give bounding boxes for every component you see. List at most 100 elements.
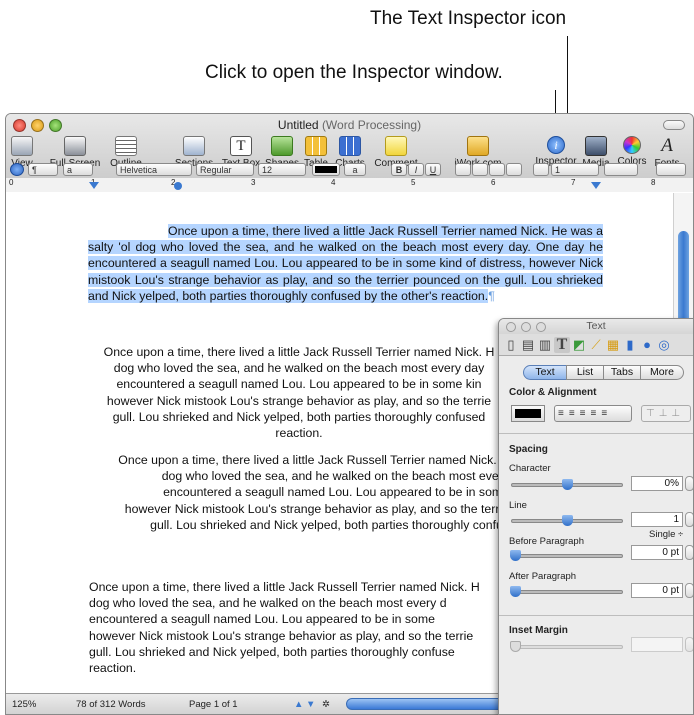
sections-icon <box>183 136 205 156</box>
inspector-tab-list[interactable]: List <box>566 365 604 380</box>
view-icon <box>11 136 33 156</box>
inspector-tab-tabs[interactable]: Tabs <box>603 365 641 380</box>
tab-stop-marker[interactable] <box>174 182 182 190</box>
para3-line: Once upon a time, there lived a little J… <box>118 453 509 467</box>
list-style-popup[interactable] <box>656 163 686 176</box>
after-paragraph-stepper[interactable] <box>685 583 693 598</box>
left-indent-marker[interactable] <box>89 182 99 189</box>
callout-open-inspector: Click to open the Inspector window. <box>205 62 503 83</box>
before-paragraph-knob[interactable] <box>510 550 521 561</box>
line-spacing-stepper[interactable] <box>685 512 693 527</box>
line-spacing-knob[interactable] <box>562 515 573 526</box>
character-spacing-slider[interactable] <box>511 479 623 490</box>
gear-icon[interactable]: ✲ <box>322 699 330 710</box>
font-family-popup[interactable]: Helvetica <box>116 163 192 176</box>
ruler-number-4: 4 <box>331 178 336 187</box>
inspector-vertical-align-buttons[interactable]: ⊤⊥⊥ <box>641 405 691 422</box>
align-justify-button[interactable] <box>506 163 522 176</box>
text-color-well[interactable] <box>312 163 340 176</box>
highlight-color-well[interactable]: a <box>344 163 366 176</box>
chart-inspector-icon[interactable]: ▮ <box>622 337 638 353</box>
inspector-text-color-well[interactable] <box>511 405 545 422</box>
inspector-text-color-swatch <box>515 409 541 418</box>
para2-line: encountered a seagull named Lou. Lou app… <box>116 377 482 392</box>
styles-drawer-button[interactable] <box>10 163 24 176</box>
inspector-zoom-button[interactable] <box>536 322 546 332</box>
line-spacing-button[interactable] <box>533 163 549 176</box>
font-style-popup[interactable]: Regular <box>196 163 254 176</box>
align-right-button[interactable] <box>489 163 505 176</box>
inspector-minimize-button[interactable] <box>521 322 531 332</box>
text-color-swatch <box>315 166 337 173</box>
paragraph-4[interactable]: Once upon a time, there lived a little J… <box>89 579 509 676</box>
bold-button[interactable]: B <box>391 163 407 176</box>
colors-icon <box>623 136 641 154</box>
after-paragraph-field[interactable]: 0 pt <box>631 583 683 598</box>
color-alignment-heading: Color & Alignment <box>509 387 597 398</box>
align-center-button[interactable] <box>472 163 488 176</box>
inset-margin-stepper <box>685 637 693 652</box>
pilcrow: ¶ <box>488 288 495 303</box>
inspector-alignment-buttons[interactable]: ≡≡≡≡≡ <box>554 405 632 422</box>
wrap-inspector-icon[interactable]: ▥ <box>537 337 553 353</box>
layout-inspector-icon[interactable]: ▤ <box>520 337 536 353</box>
inspector-title: Text <box>586 320 606 332</box>
ruler[interactable]: 0 1 2 3 4 5 6 7 8 <box>6 178 693 192</box>
character-style-popup[interactable]: a <box>63 163 93 176</box>
spacing-heading: Spacing <box>509 444 548 455</box>
text-inspector-panel: Text ▯ ▤ ▥ T ◩ ⟋ ▦ ▮ ● ◎ Text List Tabs … <box>498 318 694 715</box>
character-spacing-field[interactable]: 0% <box>631 476 683 491</box>
line-spacing-mode-popup[interactable]: Single ÷ <box>649 529 683 540</box>
ruler-number-7: 7 <box>571 178 576 187</box>
inspector-divider <box>499 615 693 616</box>
inspector-tab-text[interactable]: Text <box>523 365 567 380</box>
inspector-close-button[interactable] <box>506 322 516 332</box>
paragraph-2[interactable]: Once upon a time, there lived a little J… <box>89 344 509 441</box>
after-paragraph-knob[interactable] <box>510 586 521 597</box>
paragraph-1[interactable]: Once upon a time, there lived a little J… <box>88 223 603 304</box>
font-size-field[interactable]: 12 <box>258 163 306 176</box>
line-label: Line <box>509 500 527 511</box>
para2-line: dog who loved the sea, and he walked on … <box>113 361 485 376</box>
italic-button[interactable]: I <box>408 163 424 176</box>
align-left-button[interactable] <box>455 163 471 176</box>
paragraph-style-popup[interactable]: ¶ <box>28 163 58 176</box>
character-spacing-stepper[interactable] <box>685 476 693 491</box>
para2-line: reaction. <box>275 426 323 441</box>
quicktime-inspector-icon[interactable]: ◎ <box>656 337 672 353</box>
fonts-icon: A <box>661 135 673 156</box>
toolbar-toggle-button[interactable] <box>663 120 685 130</box>
line-spacing-slider[interactable] <box>511 515 623 526</box>
document-inspector-icon[interactable]: ▯ <box>503 337 519 353</box>
before-paragraph-slider[interactable] <box>510 550 623 561</box>
columns-popup[interactable] <box>604 163 638 176</box>
underline-button[interactable]: U <box>425 163 441 176</box>
selected-text[interactable]: Once upon a time, there lived a little J… <box>88 224 603 303</box>
table-inspector-icon[interactable]: ▦ <box>605 337 621 353</box>
line-spacing-field[interactable]: 1 <box>631 512 683 527</box>
right-indent-marker[interactable] <box>591 182 601 189</box>
character-label: Character <box>509 463 551 474</box>
ruler-number-3: 3 <box>251 178 256 187</box>
zoom-popup[interactable]: 125% <box>12 699 36 710</box>
text-inspector-icon[interactable]: T <box>554 337 570 353</box>
graphic-inspector-icon[interactable]: ◩ <box>571 337 587 353</box>
before-paragraph-stepper[interactable] <box>685 545 693 560</box>
para4-line: encountered a seagull named Lou. Lou app… <box>89 612 435 627</box>
link-inspector-icon[interactable]: ● <box>639 337 655 353</box>
para4-line: Once upon a time, there lived a little J… <box>89 580 480 594</box>
line-spacing-popup[interactable]: 1 <box>551 163 599 176</box>
before-paragraph-label: Before Paragraph <box>509 536 584 547</box>
page-nav-arrows[interactable]: ▲ ▼ <box>294 699 315 710</box>
after-paragraph-slider[interactable] <box>510 586 623 597</box>
metrics-inspector-icon[interactable]: ⟋ <box>588 337 604 353</box>
word-count: 78 of 312 Words <box>76 699 146 710</box>
character-spacing-knob[interactable] <box>562 479 573 490</box>
inspector-tab-more[interactable]: More <box>640 365 684 380</box>
paragraph-3[interactable]: Once upon a time, there lived a little J… <box>89 452 509 533</box>
media-icon <box>585 136 607 156</box>
para2-line: gull. Lou shrieked and Nick yelped, both… <box>112 409 486 424</box>
inspector-icon: i <box>547 136 565 154</box>
before-paragraph-field[interactable]: 0 pt <box>631 545 683 560</box>
table-icon <box>305 136 327 156</box>
